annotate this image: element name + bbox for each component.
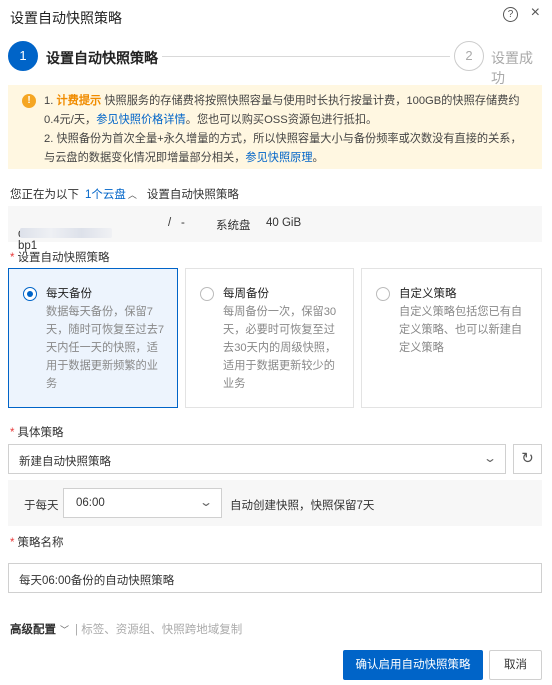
radio-daily[interactable] bbox=[23, 287, 37, 301]
target-prefix: 您正在为以下 bbox=[10, 189, 79, 201]
specific-policy-select[interactable]: 新建自动快照策略 ⌄ bbox=[8, 444, 506, 474]
option-weekly-title: 每周备份 bbox=[223, 288, 269, 300]
step-2-label: 设置成功 bbox=[491, 50, 533, 86]
target-suffix: 设置自动快照策略 bbox=[146, 189, 239, 201]
specific-policy-value: 新建自动快照策略 bbox=[19, 456, 111, 468]
snapshot-price-link[interactable]: 参见快照价格详情 bbox=[96, 114, 186, 126]
chevron-up-icon[interactable]: ︿ bbox=[128, 190, 137, 200]
step-2-circle: 2 bbox=[454, 41, 484, 71]
specific-policy-label-text: 具体策略 bbox=[17, 427, 64, 439]
help-icon[interactable]: ? bbox=[503, 7, 518, 22]
warning-icon: ! bbox=[22, 94, 36, 108]
chevron-down-icon: ⌄ bbox=[198, 495, 214, 509]
advanced-label: 高级配置 bbox=[10, 624, 56, 636]
policy-name-label: * 策略名称 bbox=[10, 537, 64, 549]
advanced-subtext: | 标签、资源组、快照跨地域复制 bbox=[75, 624, 243, 636]
notice-line-1-tail: 。您也可以购买OSS资源包进行抵扣。 bbox=[185, 114, 378, 126]
notice-line-2: 2. 快照备份为首次全量+永久增量的方式，所以快照容量大小与备份频率或次数没有直… bbox=[44, 130, 532, 168]
billing-tip-highlight: 计费提示 bbox=[56, 95, 102, 107]
radio-custom[interactable] bbox=[376, 287, 390, 301]
option-daily-title: 每天备份 bbox=[46, 288, 92, 300]
confirm-button[interactable]: 确认启用自动快照策略 bbox=[343, 650, 483, 680]
step-indicator: 1 设置自动快照策略 2 设置成功 bbox=[8, 41, 544, 86]
option-daily-backup[interactable]: 每天备份 数据每天备份，保留7天，随时可恢复至过去7天内任一天的快照，适用于数据… bbox=[8, 268, 178, 408]
policy-type-label-text: 设置自动快照策略 bbox=[17, 252, 110, 264]
dialog-title: 设置自动快照策略 bbox=[10, 10, 122, 26]
disk-dash: - bbox=[181, 217, 185, 229]
disk-count-link[interactable]: 1个云盘 bbox=[85, 189, 126, 201]
billing-notice: ! 1. 计费提示 快照服务的存储费将按照快照容量与使用时长执行按量计费，100… bbox=[8, 85, 542, 169]
option-custom-desc: 自定义策略包括您已有自定义策略、也可以新建自定义策略 bbox=[399, 306, 523, 354]
option-custom-title: 自定义策略 bbox=[399, 288, 457, 300]
schedule-label: 于每天 bbox=[24, 500, 59, 512]
cancel-button[interactable]: 取消 bbox=[489, 650, 542, 680]
snapshot-principle-link[interactable]: 参见快照原理 bbox=[245, 152, 312, 164]
schedule-row: 于每天 06:00 ⌄ 自动创建快照，快照保留7天 bbox=[8, 480, 542, 526]
disk-size: 40 GiB bbox=[266, 217, 302, 229]
specific-policy-label: * 具体策略 bbox=[10, 427, 64, 439]
option-daily-desc: 数据每天备份，保留7天，随时可恢复至过去7天内任一天的快照，适用于数据更新频繁的… bbox=[46, 306, 165, 390]
target-summary: 您正在为以下 1个云盘 ︿ 设置自动快照策略 bbox=[10, 186, 239, 202]
policy-name-input[interactable]: 每天06:00备份的自动快照策略 bbox=[8, 563, 542, 593]
notice-line-1: 1. 计费提示 快照服务的存储费将按照快照容量与使用时长执行按量计费，100GB… bbox=[44, 92, 532, 130]
schedule-tail: 自动创建快照，快照保留7天 bbox=[230, 500, 375, 512]
notice-line-2-tail: 。 bbox=[312, 152, 324, 164]
chevron-down-icon: ﹀ bbox=[60, 625, 70, 635]
option-custom-policy[interactable]: 自定义策略 自定义策略包括您已有自定义策略、也可以新建自定义策略 bbox=[361, 268, 542, 408]
time-value: 06:00 bbox=[76, 497, 105, 509]
policy-type-label: * 设置自动快照策略 bbox=[10, 252, 110, 264]
step-connector bbox=[162, 56, 450, 57]
close-icon[interactable]: × bbox=[531, 5, 540, 21]
radio-weekly[interactable] bbox=[200, 287, 214, 301]
refresh-button[interactable]: ↻ bbox=[513, 444, 542, 474]
chevron-down-icon: ⌄ bbox=[482, 451, 498, 465]
policy-name-label-text: 策略名称 bbox=[17, 537, 64, 549]
disk-type: 系统盘 bbox=[216, 220, 251, 232]
step-1-label: 设置自动快照策略 bbox=[46, 50, 158, 66]
step-1-circle: 1 bbox=[8, 41, 38, 71]
time-select[interactable]: 06:00 ⌄ bbox=[63, 488, 222, 518]
option-weekly-backup[interactable]: 每周备份 每周备份一次，保留30天，必要时可恢复至过去30天内的周级快照，适用于… bbox=[185, 268, 354, 408]
advanced-config-toggle[interactable]: 高级配置 ﹀ | 标签、资源组、快照跨地域复制 bbox=[10, 621, 242, 637]
disk-id-redacted bbox=[20, 228, 112, 238]
option-weekly-desc: 每周备份一次，保留30天，必要时可恢复至过去30天内的周级快照，适用于数据更新较… bbox=[223, 306, 337, 390]
notice-line-1-num: 1. bbox=[44, 95, 57, 107]
disk-row: d-bp1 / - 系统盘 40 GiB bbox=[8, 206, 542, 252]
disk-sep: / bbox=[168, 217, 172, 229]
